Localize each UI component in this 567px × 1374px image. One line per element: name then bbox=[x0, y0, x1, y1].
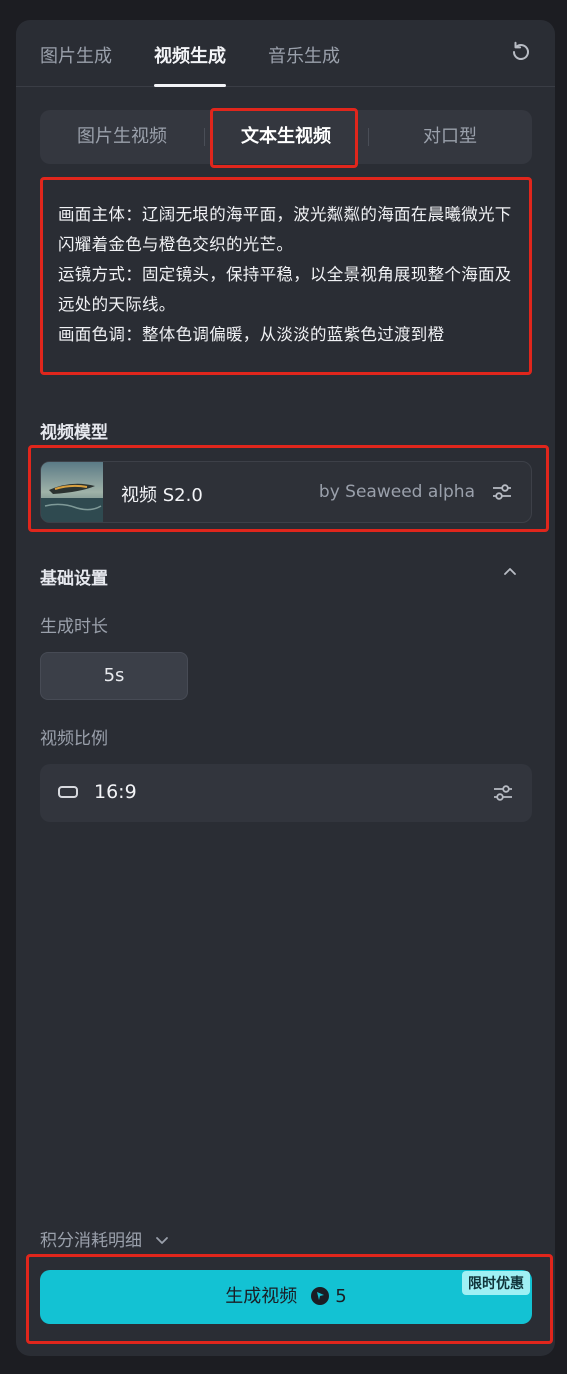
refresh-icon[interactable] bbox=[509, 40, 533, 64]
model-name: 视频 S2.0 bbox=[121, 485, 203, 506]
cost-details-label: 积分消耗明细 bbox=[40, 1231, 142, 1251]
ratio-selector[interactable]: 16:9 bbox=[40, 764, 532, 822]
credit-icon bbox=[311, 1287, 330, 1305]
chevron-up-icon[interactable] bbox=[503, 565, 517, 579]
model-selector[interactable]: 视频 S2.0 by Seaweed alpha bbox=[40, 461, 532, 523]
credit-cost: 5 bbox=[335, 1286, 347, 1307]
generate-button-label: 生成视频 bbox=[225, 1286, 298, 1307]
model-thumbnail bbox=[41, 462, 103, 522]
sliders-icon[interactable] bbox=[491, 481, 513, 503]
tab-lip-sync[interactable]: 对口型 bbox=[368, 110, 532, 164]
model-section-title: 视频模型 bbox=[40, 423, 108, 443]
tab-image-generation[interactable]: 图片生成 bbox=[40, 42, 112, 68]
duration-option-5s[interactable]: 5s bbox=[40, 652, 188, 700]
tab-video-generation[interactable]: 视频生成 bbox=[154, 42, 226, 87]
ratio-label: 视频比例 bbox=[40, 729, 108, 749]
ratio-value: 16:9 bbox=[94, 781, 137, 803]
tab-image-to-video[interactable]: 图片生视频 bbox=[40, 110, 204, 164]
generation-panel: 图片生成 视频生成 音乐生成 图片生视频 文本生视频 对口型 画面主体：辽阔无垠… bbox=[16, 20, 555, 1356]
prompt-textarea[interactable]: 画面主体：辽阔无垠的海平面，波光粼粼的海面在晨曦微光下闪耀着金色与橙色交织的光芒… bbox=[40, 178, 532, 374]
sliders-icon[interactable] bbox=[492, 782, 514, 804]
cost-details-toggle[interactable]: 积分消耗明细 bbox=[40, 1226, 169, 1251]
generate-video-button[interactable]: 生成视频 5 限时优惠 bbox=[40, 1270, 532, 1324]
chevron-down-icon bbox=[156, 1237, 169, 1244]
top-tab-bar: 图片生成 视频生成 音乐生成 bbox=[16, 20, 555, 87]
aspect-ratio-icon bbox=[58, 786, 78, 798]
sub-tab-bar: 图片生视频 文本生视频 对口型 bbox=[40, 110, 532, 164]
tab-text-to-video[interactable]: 文本生视频 bbox=[204, 110, 368, 164]
basic-settings-title: 基础设置 bbox=[40, 569, 108, 589]
tab-music-generation[interactable]: 音乐生成 bbox=[268, 42, 340, 68]
promo-badge: 限时优惠 bbox=[462, 1271, 530, 1295]
duration-label: 生成时长 bbox=[40, 617, 108, 637]
model-provider: by Seaweed alpha bbox=[318, 482, 475, 502]
